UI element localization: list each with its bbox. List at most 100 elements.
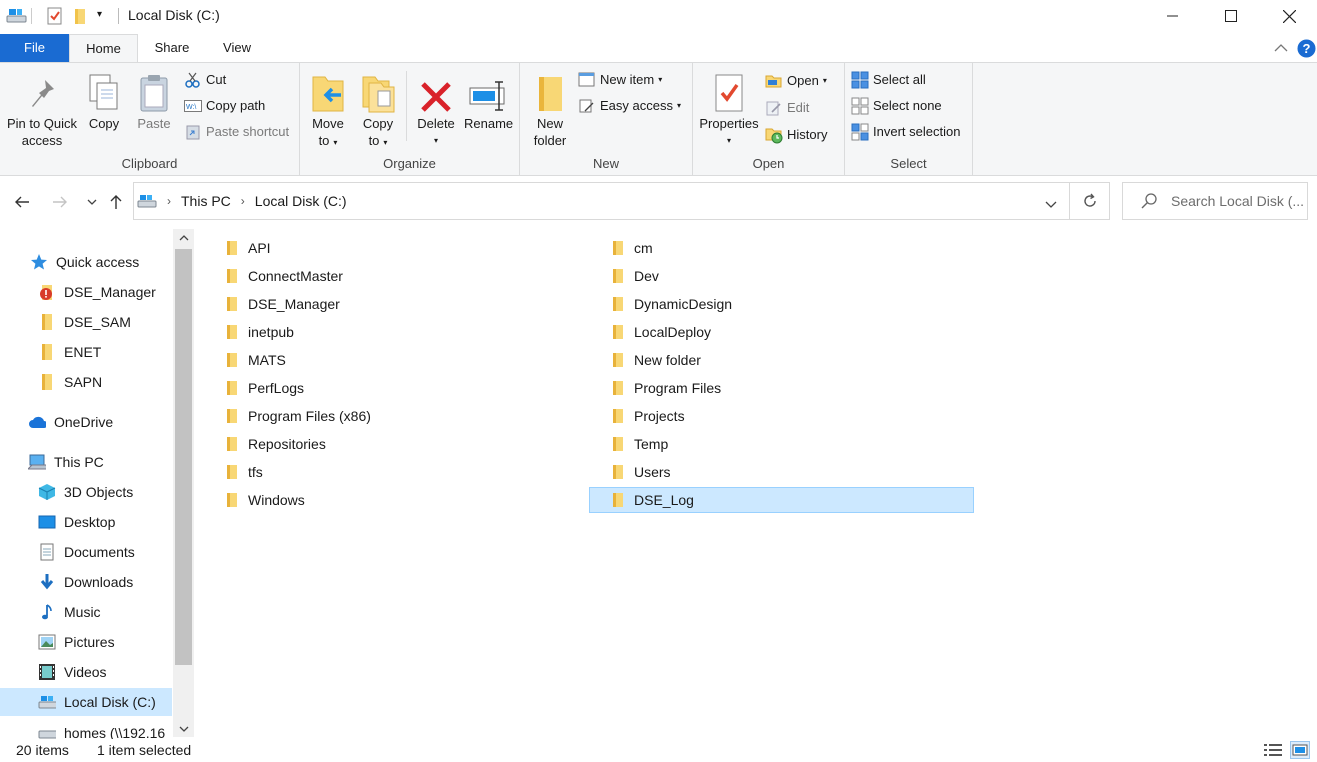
properties-button[interactable]: Properties ▾ (697, 67, 761, 149)
new-group: New folder New item ▾ Easy access ▾ New (520, 63, 693, 175)
nav-item-onedrive[interactable]: OneDrive (28, 408, 113, 436)
file-item-folder[interactable]: DSE_Manager (220, 291, 605, 317)
up-button[interactable] (104, 190, 128, 214)
nav-item-3d-objects[interactable]: 3D Objects (38, 478, 133, 506)
file-item-folder[interactable]: Projects (606, 403, 991, 429)
file-item-label: DSE_Log (634, 492, 694, 508)
cloud-icon (28, 413, 46, 431)
folder-icon (610, 408, 626, 424)
maximize-button[interactable] (1202, 0, 1260, 32)
nav-item-dse-manager[interactable]: DSE_Manager (38, 278, 156, 306)
paste-shortcut-button[interactable]: Paste shortcut (184, 121, 289, 143)
nav-item-dse-sam[interactable]: DSE_SAM (38, 308, 131, 336)
file-item-folder[interactable]: Users (606, 459, 991, 485)
file-item-folder[interactable]: New folder (606, 347, 991, 373)
file-item-folder[interactable]: Temp (606, 431, 991, 457)
copy-to-button[interactable]: Copy to ▾ (358, 67, 398, 151)
nav-item-videos[interactable]: Videos (38, 658, 107, 686)
breadcrumb-this-pc[interactable]: This PC (181, 193, 231, 209)
file-item-folder[interactable]: Dev (606, 263, 991, 289)
file-item-folder[interactable]: DSE_Log (589, 487, 974, 513)
file-item-folder[interactable]: DynamicDesign (606, 291, 991, 317)
tab-file[interactable]: File (0, 34, 69, 62)
breadcrumb-local-disk[interactable]: Local Disk (C:) (255, 193, 347, 209)
nav-item-enet[interactable]: ENET (38, 338, 101, 366)
paste-button[interactable]: Paste (132, 67, 176, 132)
drive-app-icon[interactable] (6, 7, 28, 28)
nav-item-local-disk[interactable]: Local Disk (C:) (0, 688, 172, 716)
scroll-thumb[interactable] (175, 249, 192, 665)
file-item-folder[interactable]: cm (606, 235, 991, 261)
easy-access-button[interactable]: Easy access ▾ (578, 95, 681, 117)
nav-item-quick-access[interactable]: Quick access (30, 248, 139, 276)
edit-button[interactable]: Edit (765, 97, 809, 119)
address-history-button[interactable] (1045, 196, 1057, 212)
open-button[interactable]: Open ▾ (765, 70, 827, 92)
scroll-up-button[interactable] (173, 229, 194, 246)
refresh-button[interactable] (1070, 182, 1110, 220)
copy-button[interactable]: Copy (84, 67, 124, 132)
nav-item-label: DSE_Manager (64, 284, 156, 300)
history-button[interactable]: History (765, 124, 827, 146)
file-item-folder[interactable]: MATS (220, 347, 605, 373)
collapse-ribbon-icon[interactable] (1274, 40, 1288, 56)
clipboard-group: Pin to Quick access Copy Paste Cut W:\ C… (0, 63, 300, 175)
details-view-button[interactable] (1263, 741, 1283, 759)
file-item-folder[interactable]: LocalDeploy (606, 319, 991, 345)
tab-home[interactable]: Home (69, 34, 138, 63)
nav-item-network-drive[interactable]: homes (\\192.16 (38, 719, 165, 739)
file-item-label: Temp (634, 436, 669, 452)
breadcrumb-chevron-icon[interactable]: › (241, 194, 245, 208)
folder-icon (610, 436, 626, 452)
new-folder-quick-icon[interactable] (73, 7, 89, 28)
address-bar[interactable]: › This PC › Local Disk (C:) (133, 182, 1070, 220)
close-button[interactable] (1260, 0, 1317, 32)
minimize-button[interactable] (1144, 0, 1202, 32)
large-icons-view-button[interactable] (1290, 741, 1310, 759)
nav-item-sapn[interactable]: SAPN (38, 368, 102, 396)
tab-view[interactable]: View (208, 34, 266, 62)
nav-item-pictures[interactable]: Pictures (38, 628, 115, 656)
select-all-icon (851, 71, 869, 89)
properties-quick-icon[interactable] (46, 7, 64, 28)
file-item-folder[interactable]: PerfLogs (220, 375, 605, 401)
new-item-button[interactable]: New item ▾ (578, 69, 662, 91)
nav-item-music[interactable]: Music (38, 598, 101, 626)
nav-item-this-pc[interactable]: This PC (28, 448, 104, 476)
pin-to-quick-access-button[interactable]: Pin to Quick access (4, 67, 80, 149)
nav-item-documents[interactable]: Documents (38, 538, 135, 566)
back-button[interactable] (10, 190, 34, 214)
invert-selection-label: Invert selection (873, 124, 961, 139)
file-item-folder[interactable]: API (220, 235, 605, 261)
move-to-button[interactable]: Move to ▾ (308, 67, 348, 151)
file-item-folder[interactable]: ConnectMaster (220, 263, 605, 289)
search-box[interactable]: Search Local Disk (... (1122, 182, 1308, 220)
new-folder-button[interactable]: New folder (528, 67, 572, 149)
tab-share[interactable]: Share (143, 34, 201, 62)
customize-toolbar-icon[interactable]: ▾ (97, 9, 102, 20)
delete-button[interactable]: Delete ▾ (414, 67, 458, 149)
file-item-folder[interactable]: Repositories (220, 431, 605, 457)
file-item-folder[interactable]: Windows (220, 487, 605, 513)
file-item-folder[interactable]: Program Files (606, 375, 991, 401)
videos-icon (38, 663, 56, 681)
file-item-folder[interactable]: Program Files (x86) (220, 403, 605, 429)
file-item-folder[interactable]: tfs (220, 459, 605, 485)
properties-label: Properties (699, 116, 759, 131)
forward-button[interactable] (48, 190, 72, 214)
select-none-button[interactable]: Select none (851, 95, 942, 117)
select-all-button[interactable]: Select all (851, 69, 926, 91)
nav-item-downloads[interactable]: Downloads (38, 568, 133, 596)
recent-locations-button[interactable] (80, 190, 104, 214)
scroll-down-button[interactable] (173, 720, 194, 737)
help-icon[interactable]: ? (1297, 39, 1316, 61)
invert-selection-button[interactable]: Invert selection (851, 121, 960, 143)
file-item-folder[interactable]: inetpub (220, 319, 605, 345)
nav-item-desktop[interactable]: Desktop (38, 508, 115, 536)
nav-pane-scrollbar[interactable] (173, 229, 194, 737)
breadcrumb-chevron-icon[interactable]: › (167, 194, 171, 208)
copy-path-button[interactable]: W:\ Copy path (184, 95, 265, 117)
folder-icon (610, 352, 626, 368)
cut-button[interactable]: Cut (184, 69, 226, 91)
rename-button[interactable]: Rename (464, 67, 513, 132)
